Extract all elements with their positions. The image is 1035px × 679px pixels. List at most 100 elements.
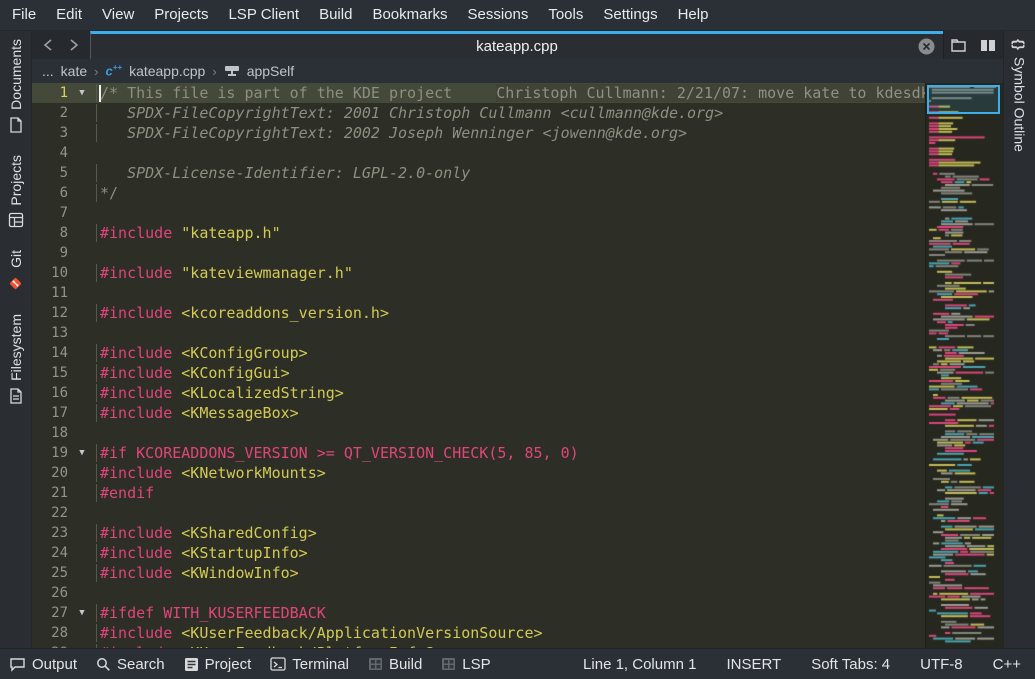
code-line[interactable]: 25#include <KWindowInfo> <box>32 563 925 583</box>
code-line[interactable]: 26 <box>32 583 925 603</box>
code-line[interactable]: 12#include <kcoreaddons_version.h> <box>32 303 925 323</box>
sidebar-item-documents[interactable]: Documents <box>8 39 24 133</box>
line-number: 22 <box>32 505 68 521</box>
statusbar-insert-mode[interactable]: INSERT <box>726 656 781 673</box>
filesystem-icon <box>8 388 24 404</box>
statusbar-cursor-position[interactable]: Line 1, Column 1 <box>583 656 696 673</box>
code-text: #include "kateapp.h" <box>96 224 925 242</box>
menu-help[interactable]: Help <box>668 0 719 30</box>
code-area[interactable]: 1▼/* This file is part of the KDE projec… <box>32 83 925 648</box>
code-text: #include <KConfigGroup> <box>96 344 925 362</box>
code-line[interactable]: 11 <box>32 283 925 303</box>
close-icon[interactable] <box>918 38 935 55</box>
menu-edit[interactable]: Edit <box>46 0 92 30</box>
menu-view[interactable]: View <box>92 0 144 30</box>
code-line[interactable]: 23#include <KSharedConfig> <box>32 523 925 543</box>
statusbar-tab-settings[interactable]: Soft Tabs: 4 <box>811 656 890 673</box>
code-line[interactable]: 15#include <KConfigGui> <box>32 363 925 383</box>
menu-tools[interactable]: Tools <box>538 0 593 30</box>
code-text: #include <KConfigGui> <box>96 364 925 382</box>
line-number: 17 <box>32 405 68 421</box>
kate-window: FileEditViewProjectsLSP ClientBuildBookm… <box>0 0 1035 679</box>
code-line[interactable]: 14 #include <KConfigGroup> <box>32 343 925 363</box>
fold-arrow-icon[interactable]: ▼ <box>68 448 96 458</box>
tab-kateapp-cpp[interactable]: kateapp.cpp <box>90 31 943 59</box>
breadcrumb-ellipsis[interactable]: ... <box>42 63 54 79</box>
code-line[interactable]: 27▼#ifdef WITH_KUSERFEEDBACK <box>32 603 925 623</box>
statusbar-button-output[interactable]: Output <box>9 656 77 673</box>
line-number: 8 <box>32 225 68 241</box>
code-line[interactable]: 18 <box>32 423 925 443</box>
code-line[interactable]: 3 SPDX-FileCopyrightText: 2002 Joseph We… <box>32 123 925 143</box>
menu-settings[interactable]: Settings <box>593 0 667 30</box>
code-line[interactable]: 8 #include "kateapp.h" <box>32 223 925 243</box>
code-line[interactable]: 22 <box>32 503 925 523</box>
document-icon <box>8 117 24 133</box>
code-text: #include <KLocalizedString> <box>96 384 925 402</box>
statusbar-file-type[interactable]: C++ <box>993 656 1021 673</box>
output-icon <box>9 657 26 672</box>
menu-projects[interactable]: Projects <box>144 0 218 30</box>
code-text: #include <KMessageBox> <box>96 404 925 422</box>
text-cursor <box>99 85 101 102</box>
split-view-icon[interactable] <box>980 39 996 52</box>
code-line[interactable]: 5 SPDX-License-Identifier: LGPL-2.0-only <box>32 163 925 183</box>
line-number: 1 <box>32 85 68 101</box>
code-text: SPDX-FileCopyrightText: 2002 Joseph Wenn… <box>96 124 925 142</box>
new-document-icon[interactable] <box>951 38 966 52</box>
breadcrumb-file[interactable]: kateapp.cpp <box>129 63 205 79</box>
statusbar-encoding[interactable]: UTF-8 <box>920 656 963 673</box>
code-line[interactable]: 20#include <KNetworkMounts> <box>32 463 925 483</box>
line-number: 18 <box>32 425 68 441</box>
line-number: 25 <box>32 565 68 581</box>
statusbar-info: Line 1, Column 1 INSERT Soft Tabs: 4 UTF-8 C… <box>583 656 1035 673</box>
minimap-scrollbar[interactable] <box>925 83 1003 648</box>
sidebar-item-projects[interactable]: Projects <box>8 155 24 229</box>
menu-bookmarks[interactable]: Bookmarks <box>362 0 457 30</box>
line-number: 20 <box>32 465 68 481</box>
code-line[interactable]: 16#include <KLocalizedString> <box>32 383 925 403</box>
menu-sessions[interactable]: Sessions <box>457 0 538 30</box>
menu-file[interactable]: File <box>2 0 46 30</box>
forward-icon[interactable] <box>68 39 79 51</box>
code-line[interactable]: 4 <box>32 143 925 163</box>
code-line[interactable]: 2 SPDX-FileCopyrightText: 2001 Christoph… <box>32 103 925 123</box>
statusbar-button-lsp[interactable]: LSP <box>441 656 490 673</box>
line-number: 5 <box>32 165 68 181</box>
statusbar-button-terminal[interactable]: Terminal <box>270 656 349 673</box>
line-number: 14 <box>32 345 68 361</box>
sidebar-item-git[interactable]: Git <box>7 250 24 292</box>
code-text: #include <KUserFeedback/PlatformInfoSour… <box>96 644 925 648</box>
fold-arrow-icon[interactable]: ▼ <box>68 88 96 98</box>
code-line[interactable]: 28#include <KUserFeedback/ApplicationVer… <box>32 623 925 643</box>
menu-build[interactable]: Build <box>309 0 362 30</box>
code-line[interactable]: 1▼/* This file is part of the KDE projec… <box>32 83 925 103</box>
statusbar-button-project[interactable]: Project <box>184 656 252 673</box>
code-line[interactable]: 13 <box>32 323 925 343</box>
minimap-viewport[interactable] <box>927 85 1000 114</box>
statusbar-button-search[interactable]: Search <box>96 656 165 673</box>
code-line[interactable]: 6*/ <box>32 183 925 203</box>
breadcrumb: ... kate › c++ kateapp.cpp › appSelf <box>32 59 1003 83</box>
code-line[interactable]: 29#include <KUserFeedback/PlatformInfoSo… <box>32 643 925 648</box>
code-line[interactable]: 24#include <KStartupInfo> <box>32 543 925 563</box>
breadcrumb-symbol[interactable]: appSelf <box>247 63 294 79</box>
sidebar-item-filesystem[interactable]: Filesystem <box>8 314 24 404</box>
code-line[interactable]: 7 <box>32 203 925 223</box>
line-number: 27 <box>32 605 68 621</box>
editor[interactable]: 1▼/* This file is part of the KDE projec… <box>32 83 1003 648</box>
code-line[interactable]: 10#include "kateviewmanager.h" <box>32 263 925 283</box>
code-line[interactable]: 9 <box>32 243 925 263</box>
back-icon[interactable] <box>43 39 54 51</box>
sidebar-item-symbol-outline[interactable]: {} Symbol Outline <box>1012 39 1028 152</box>
code-line[interactable]: 17 #include <KMessageBox> <box>32 403 925 423</box>
code-line[interactable]: 21#endif <box>32 483 925 503</box>
code-line[interactable]: 19▼#if KCOREADDONS_VERSION >= QT_VERSION… <box>32 443 925 463</box>
breadcrumb-folder[interactable]: kate <box>61 63 87 79</box>
fold-arrow-icon[interactable]: ▼ <box>68 608 96 618</box>
statusbar-button-build[interactable]: Build <box>368 656 422 673</box>
code-text: SPDX-FileCopyrightText: 2001 Christoph C… <box>96 104 925 122</box>
symbol-outline-label: Symbol Outline <box>1012 57 1028 152</box>
menu-lsp-client[interactable]: LSP Client <box>218 0 309 30</box>
left-dock: Documents Projects Git Filesystem <box>0 31 32 648</box>
